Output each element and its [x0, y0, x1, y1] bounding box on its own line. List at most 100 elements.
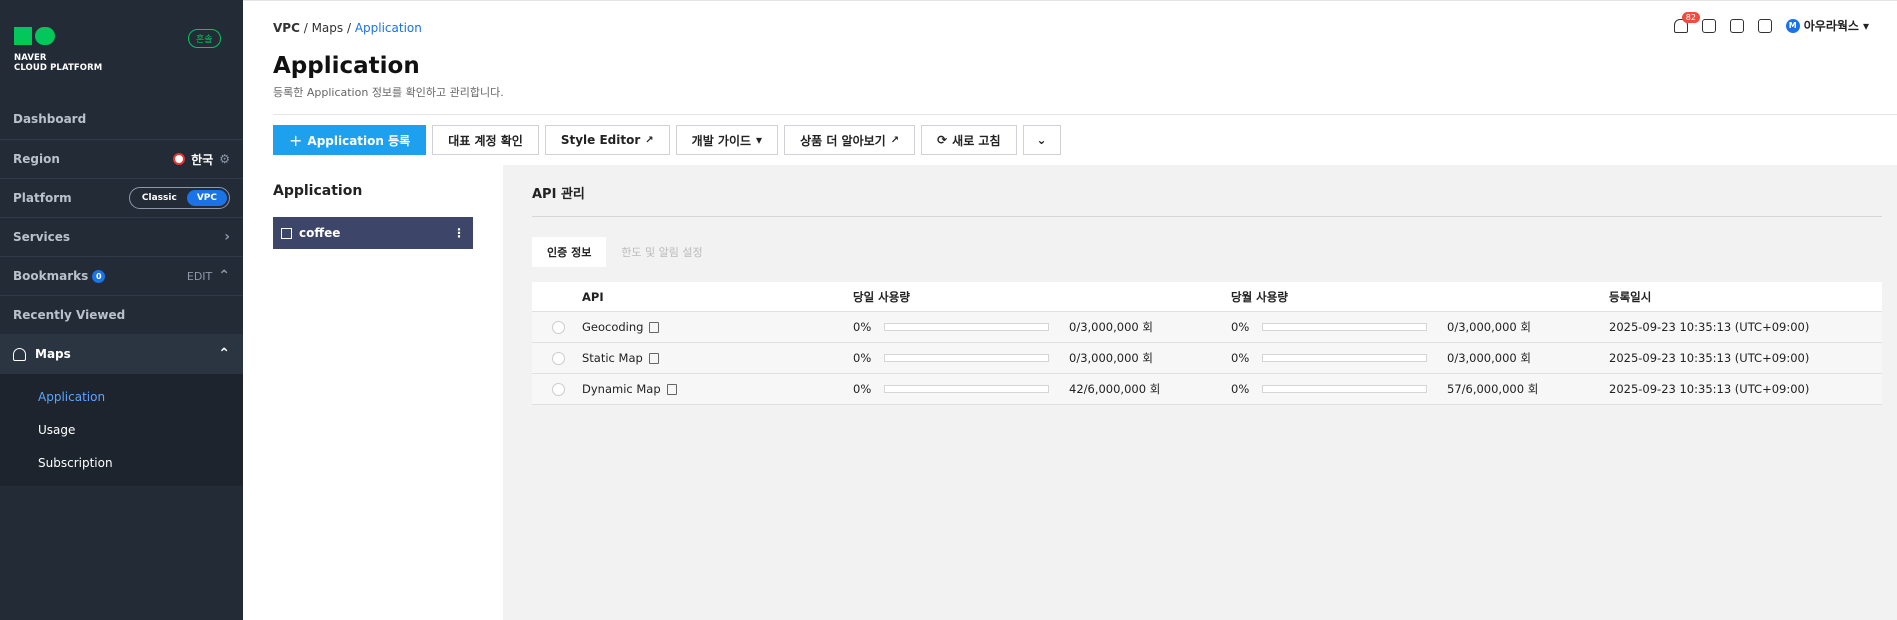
application-list-title: Application	[273, 183, 363, 199]
chevron-right-icon: ›	[224, 229, 230, 245]
table-row[interactable]: Dynamic Map 0% 42/6,000,000 회 0% 57/6,00…	[532, 374, 1882, 405]
more-products-button[interactable]: 상품 더 알아보기 ↗	[784, 125, 916, 155]
notification-badge: 82	[1681, 11, 1700, 23]
theme-badge[interactable]: 흔솔	[188, 29, 221, 48]
naver-cloud-logo[interactable]: NAVER CLOUD PLATFORM	[14, 27, 102, 73]
register-label: Application 등록	[307, 133, 411, 148]
api-name: Geocoding	[582, 320, 644, 334]
external-link-icon: ↗	[645, 134, 654, 146]
breadcrumb-vpc[interactable]: VPC	[273, 21, 300, 35]
daily-usage: 42/6,000,000 회	[1069, 382, 1161, 396]
column-registered-at: 등록일시	[1609, 289, 1652, 304]
plus-icon: +	[289, 130, 303, 150]
doc-icon[interactable]	[648, 352, 659, 364]
api-tabs: 인증 정보 한도 및 알림 설정	[532, 237, 718, 267]
tab-auth-info[interactable]: 인증 정보	[532, 237, 607, 267]
sidebar: NAVER CLOUD PLATFORM 흔솔 Dashboard Region…	[0, 0, 243, 620]
content-area: Application coffee ⋮ API 관리 인증 정보 한도 및 알…	[243, 165, 1897, 620]
maps-submenu: Application Usage Subscription	[0, 374, 243, 486]
breadcrumb-maps[interactable]: Maps	[312, 21, 344, 35]
bookmarks-edit-link[interactable]: EDIT	[187, 270, 212, 283]
nav-platform: Platform Classic VPC	[0, 179, 243, 217]
dev-guide-button[interactable]: 개발 가이드 ▾	[675, 125, 779, 155]
chevron-down-icon: ⌄	[1036, 133, 1047, 147]
toolbar: + Application 등록 대표 계정 확인 Style Editor ↗…	[273, 125, 1061, 155]
row-radio[interactable]	[552, 351, 565, 365]
caret-down-icon: ▾	[1862, 18, 1869, 33]
table-row[interactable]: Static Map 0% 0/3,000,000 회 0% 0/3,000,0…	[532, 343, 1882, 374]
registered-at: 2025-09-23 10:35:13 (UTC+09:00)	[1609, 320, 1810, 334]
breadcrumb-application: Application	[354, 21, 422, 35]
nav-services[interactable]: Services ›	[0, 218, 243, 256]
daily-progress-bar	[884, 354, 1049, 362]
nav-region[interactable]: Region 한국 ⚙	[0, 140, 243, 178]
rep-account-label: 대표 계정 확인	[448, 133, 523, 148]
tab-limit-alert[interactable]: 한도 및 알림 설정	[606, 237, 717, 267]
submenu-usage[interactable]: Usage	[38, 423, 75, 437]
nav-bookmarks[interactable]: Bookmarks 0 EDIT ⌃	[0, 257, 243, 295]
daily-progress-bar	[884, 323, 1049, 331]
bookmarks-label: Bookmarks	[13, 269, 89, 283]
doc-icon[interactable]	[666, 383, 677, 395]
daily-percent: 0%	[853, 320, 872, 334]
breadcrumb: VPC / Maps / Application	[273, 21, 422, 35]
row-radio[interactable]	[552, 320, 565, 334]
chevron-up-icon[interactable]: ⌃	[218, 346, 230, 362]
top-icons: 82 M 아우라웍스 ▾	[1673, 11, 1869, 34]
register-application-button[interactable]: + Application 등록	[273, 125, 427, 155]
recently-viewed-label: Recently Viewed	[13, 308, 126, 322]
monthly-percent: 0%	[1231, 320, 1250, 334]
api-management-title: API 관리	[532, 187, 585, 202]
caret-down-icon: ▾	[756, 133, 763, 147]
nav-dashboard[interactable]: Dashboard	[0, 100, 243, 138]
column-daily-usage: 당일 사용량	[853, 289, 910, 304]
submenu-subscription[interactable]: Subscription	[38, 456, 113, 470]
more-products-label: 상품 더 알아보기	[800, 133, 886, 148]
table-header: API 당일 사용량 당월 사용량 등록일시	[532, 282, 1882, 312]
chat-icon[interactable]	[1701, 18, 1716, 33]
maps-label: Maps	[35, 347, 71, 361]
application-item-coffee[interactable]: coffee ⋮	[273, 217, 473, 249]
daily-usage: 0/3,000,000 회	[1069, 351, 1153, 365]
table-row[interactable]: Geocoding 0% 0/3,000,000 회 0% 0/3,000,00…	[532, 312, 1882, 343]
nav-maps[interactable]: Maps ⌃	[0, 334, 243, 374]
bell-icon[interactable]: 82	[1673, 11, 1700, 33]
monthly-progress-bar	[1262, 323, 1427, 331]
daily-percent: 0%	[853, 382, 872, 396]
nav-dashboard-label: Dashboard	[13, 112, 87, 126]
monthly-usage: 0/3,000,000 회	[1447, 320, 1531, 334]
chevron-up-icon[interactable]: ⌃	[218, 268, 230, 284]
gear-icon[interactable]: ⚙	[219, 152, 230, 166]
rep-account-button[interactable]: 대표 계정 확인	[432, 125, 539, 155]
region-value: 한국	[191, 152, 214, 167]
korea-flag-icon	[173, 153, 186, 165]
book-icon[interactable]	[1757, 18, 1772, 33]
api-name: Static Map	[582, 351, 643, 365]
user-menu[interactable]: M 아우라웍스 ▾	[1785, 17, 1869, 34]
style-editor-button[interactable]: Style Editor ↗	[544, 125, 670, 155]
refresh-button[interactable]: ⟳ 새로 고침	[921, 125, 1017, 155]
more-vertical-icon[interactable]: ⋮	[453, 226, 465, 240]
dev-guide-label: 개발 가이드	[691, 133, 752, 148]
more-dropdown-button[interactable]: ⌄	[1022, 125, 1061, 155]
platform-toggle[interactable]: Classic VPC	[128, 187, 230, 209]
memo-icon[interactable]	[1729, 18, 1744, 33]
application-name: coffee	[299, 226, 341, 240]
registered-at: 2025-09-23 10:35:13 (UTC+09:00)	[1609, 351, 1810, 365]
row-radio[interactable]	[552, 382, 565, 396]
application-list-panel: Application coffee ⋮	[243, 165, 503, 620]
page-title: Application	[273, 53, 420, 79]
doc-icon[interactable]	[649, 321, 660, 333]
platform-label: Platform	[13, 191, 72, 205]
column-api: API	[582, 289, 604, 304]
platform-vpc[interactable]: VPC	[186, 190, 227, 206]
style-editor-label: Style Editor	[560, 133, 641, 147]
bookmarks-count-badge: 0	[92, 269, 106, 283]
platform-classic[interactable]: Classic	[132, 190, 187, 206]
application-icon	[281, 227, 292, 239]
services-label: Services	[13, 230, 71, 244]
monthly-usage: 57/6,000,000 회	[1447, 382, 1539, 396]
daily-usage: 0/3,000,000 회	[1069, 320, 1153, 334]
nav-recently-viewed[interactable]: Recently Viewed	[0, 296, 243, 334]
submenu-application[interactable]: Application	[38, 390, 105, 404]
